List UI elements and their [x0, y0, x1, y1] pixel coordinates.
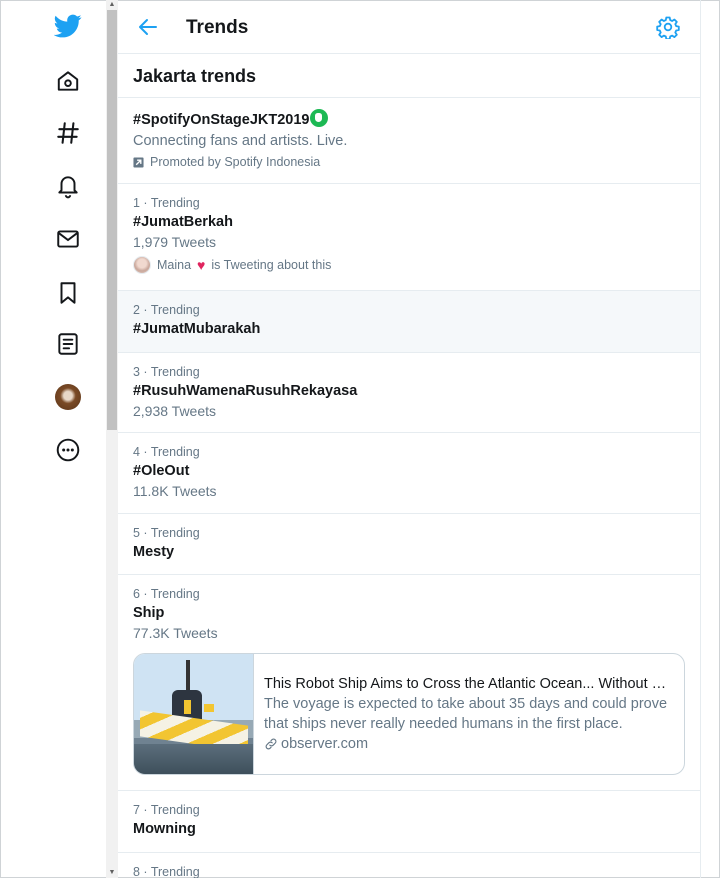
- trend-item[interactable]: 7 · Trending Mowning: [118, 791, 700, 853]
- trend-meta: 4 · Trending: [133, 445, 200, 459]
- tweeting-about-row: Maina ♥ is Tweeting about this: [133, 256, 685, 274]
- trend-meta: 6 · Trending: [133, 587, 200, 601]
- trend-item[interactable]: 2 · Trending #JumatMubarakah: [118, 291, 700, 353]
- lists-icon[interactable]: [54, 330, 82, 358]
- notifications-bell-icon[interactable]: [54, 172, 82, 200]
- spotify-hand-emoji-icon: [310, 109, 329, 127]
- link-icon: [265, 738, 277, 750]
- card-body: This Robot Ship Aims to Cross the Atlant…: [254, 654, 684, 774]
- trend-topic: #RusuhWamenaRusuhRekayasa: [133, 383, 358, 399]
- scroll-down-arrow-icon[interactable]: ▼: [108, 869, 116, 877]
- trend-item[interactable]: 1 · Trending #JumatBerkah 1,979 Tweets M…: [118, 184, 700, 291]
- trend-meta: 3 · Trending: [133, 365, 200, 379]
- page-title: Trends: [186, 17, 249, 38]
- profile-avatar[interactable]: [54, 383, 82, 411]
- card-thumbnail-image: [134, 654, 254, 774]
- card-title: This Robot Ship Aims to Cross the Atlant…: [264, 676, 674, 692]
- promoted-label-row: Promoted by Spotify Indonesia: [133, 155, 685, 169]
- tweeting-user-avatar: [133, 256, 151, 274]
- vertical-scrollbar[interactable]: ▲ ▼: [106, 0, 118, 878]
- promoted-trend[interactable]: #SpotifyOnStageJKT2019 Connecting fans a…: [118, 98, 700, 184]
- trend-meta: 1 · Trending: [133, 196, 200, 210]
- trend-item[interactable]: 3 · Trending #RusuhWamenaRusuhRekayasa 2…: [118, 353, 700, 433]
- tweeting-about-text: is Tweeting about this: [211, 258, 332, 272]
- tweeting-user-name: Maina: [157, 258, 192, 272]
- back-arrow-icon[interactable]: [136, 15, 160, 39]
- trend-item[interactable]: 5 · Trending Mesty: [118, 514, 700, 575]
- trend-meta: 7 · Trending: [133, 803, 200, 817]
- messages-envelope-icon[interactable]: [54, 225, 82, 253]
- promoted-arrow-icon: [133, 156, 144, 168]
- scroll-up-arrow-icon[interactable]: ▲: [108, 1, 116, 9]
- explore-hashtag-icon[interactable]: [54, 119, 82, 147]
- trend-item[interactable]: 8 · Trending: [118, 853, 700, 878]
- scrollbar-thumb[interactable]: [107, 10, 117, 430]
- section-title: Jakarta trends: [118, 54, 700, 98]
- side-nav: [0, 0, 106, 878]
- trend-meta: 8 · Trending: [133, 865, 200, 878]
- promoted-topic-row: #SpotifyOnStageJKT2019: [133, 109, 685, 130]
- trend-tweet-count: 2,938 Tweets: [133, 403, 217, 419]
- trend-topic: #OleOut: [133, 463, 190, 479]
- page-header: Trends: [118, 0, 700, 54]
- promoted-description: Connecting fans and artists. Live.: [133, 133, 348, 149]
- trend-tweet-count: 77.3K Tweets: [133, 625, 218, 641]
- trend-topic: #JumatMubarakah: [133, 321, 261, 337]
- promoted-by-text: Promoted by Spotify Indonesia: [150, 155, 321, 169]
- red-heart-emoji-icon: ♥: [197, 257, 206, 273]
- link-preview-card[interactable]: This Robot Ship Aims to Cross the Atlant…: [133, 653, 685, 775]
- bookmark-icon[interactable]: [54, 279, 82, 307]
- trend-item[interactable]: 4 · Trending #OleOut 11.8K Tweets: [118, 433, 700, 514]
- card-description: The voyage is expected to take about 35 …: [264, 696, 668, 732]
- trend-tweet-count: 1,979 Tweets: [133, 234, 217, 250]
- twitter-logo-icon[interactable]: [54, 12, 82, 40]
- trend-topic: Mowning: [133, 821, 196, 837]
- trend-meta: 2 · Trending: [133, 303, 200, 317]
- trend-topic: Mesty: [133, 544, 175, 560]
- home-icon[interactable]: [54, 67, 82, 95]
- more-options-icon[interactable]: [54, 436, 82, 464]
- trend-topic: Ship: [133, 605, 165, 621]
- card-domain-row: observer.com: [264, 734, 674, 754]
- trend-tweet-count: 11.8K Tweets: [133, 483, 217, 499]
- trend-meta: 5 · Trending: [133, 526, 200, 540]
- settings-gear-icon[interactable]: [656, 15, 680, 39]
- trends-column: Trends Jakarta trends #SpotifyOnStageJKT…: [118, 0, 701, 878]
- trend-topic: #JumatBerkah: [133, 214, 233, 230]
- trend-item[interactable]: 6 · Trending Ship 77.3K Tweets This Robo…: [118, 575, 700, 791]
- promoted-topic: #SpotifyOnStageJKT2019: [133, 112, 310, 128]
- card-domain: observer.com: [281, 736, 369, 752]
